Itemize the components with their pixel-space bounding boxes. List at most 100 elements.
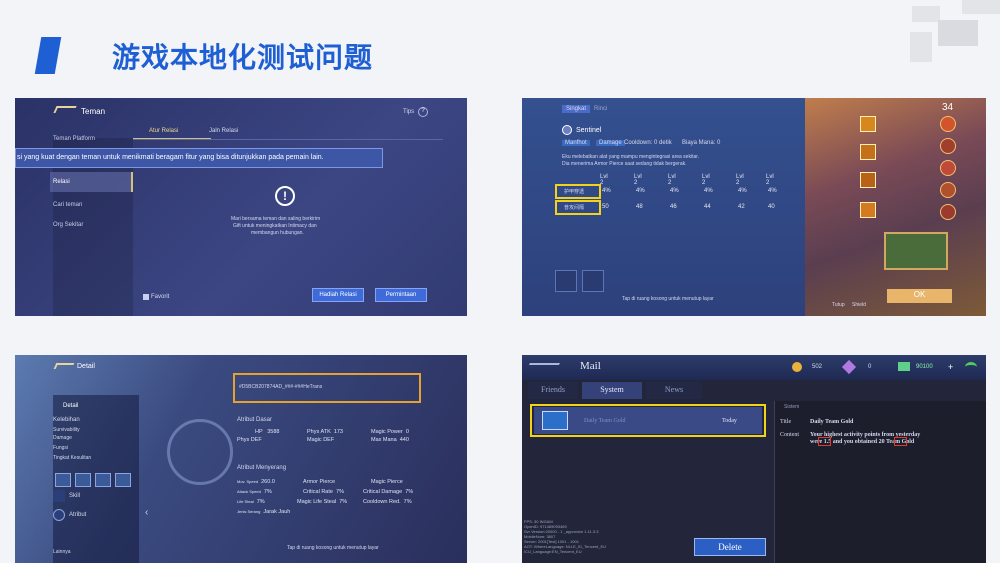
mail-item-date: Today — [722, 418, 737, 424]
skill-icon[interactable] — [115, 473, 131, 487]
sidebar-item-sekitar[interactable]: Org Sekitar — [53, 222, 83, 228]
slide-title: 游戏本地化测试问题 — [112, 41, 374, 74]
hero-portrait[interactable] — [940, 204, 956, 220]
skill-button[interactable]: Skill — [69, 493, 80, 499]
stat-row: Cooldown Red. 7% — [363, 499, 412, 505]
stat-value: 7% — [336, 489, 344, 495]
add-icon[interactable]: + — [948, 362, 953, 372]
id-string: #D5BCB207874AD_###-###HeTrans — [239, 384, 323, 390]
help-icon[interactable]: ? — [418, 107, 428, 117]
tab-detail[interactable]: Detail — [63, 403, 78, 409]
stat-label: Magic Life Steal — [297, 499, 337, 505]
currency-tickets: 90100 — [916, 364, 933, 370]
mail-tabs: Friends System News — [528, 382, 772, 399]
stat-label: Max Mana — [371, 437, 397, 443]
decoration-square — [962, 0, 1000, 14]
tutup-label[interactable]: Tutup — [832, 302, 845, 308]
tab-singkat[interactable]: Singkat — [562, 105, 591, 113]
hero-portrait[interactable] — [940, 182, 956, 198]
stat-value: 3588 — [267, 429, 280, 435]
stat-row: Mov. Speed 260.0 — [237, 479, 275, 485]
wifi-icon — [965, 362, 977, 372]
stat-value: Jarak Jauh — [263, 509, 291, 515]
lainnya-button[interactable]: Lainnya — [53, 549, 71, 555]
row1-cell: 4% — [738, 188, 747, 194]
skill-name: Sentinel — [576, 127, 602, 134]
skill-icon[interactable] — [75, 473, 91, 487]
stat-value: 7% — [339, 499, 348, 505]
row2-cell: 44 — [704, 204, 711, 210]
favorit-label[interactable]: Favorit — [151, 294, 169, 300]
level-header-cell: Lvl 2 — [668, 174, 676, 186]
tab-rinci[interactable]: Rinci — [594, 106, 607, 112]
row2-cell: 40 — [768, 204, 775, 210]
row2-cell: 48 — [636, 204, 643, 210]
stat-row: Life Steal 7% — [237, 499, 265, 505]
atribut-button-icon[interactable] — [53, 509, 65, 521]
permintaan-button[interactable]: Permintaan — [375, 288, 427, 302]
stat-label: Mov. Speed — [237, 479, 259, 484]
skill-tag-1: Manfhot — [562, 140, 590, 146]
ok-button[interactable]: OK — [887, 289, 952, 303]
stat-row: Critical Rate 7% — [303, 489, 344, 495]
tab-friends[interactable]: Friends — [528, 382, 578, 399]
decoration-square — [938, 20, 978, 46]
back-icon[interactable] — [53, 363, 75, 369]
currency-coins: 502 — [812, 364, 823, 370]
tips-label[interactable]: Tips — [403, 109, 414, 115]
gift-relasi-button[interactable]: Hadiah Relasi — [312, 288, 364, 302]
sidebar-item-relasi[interactable]: Relasi — [50, 172, 133, 192]
skill-button-icon[interactable] — [53, 490, 65, 502]
detail-title-label: Title — [780, 419, 792, 425]
stat-label: Magic DEF — [307, 437, 335, 443]
stat-row: HP 3588 — [255, 429, 279, 435]
row2-cell: 46 — [670, 204, 677, 210]
stat-value: 7% — [405, 489, 414, 495]
row2-label: 普攻间隔 — [564, 205, 585, 211]
stat-value: 7% — [256, 499, 265, 505]
empty-text-line1: Mari bersama teman dan saling berkirim — [231, 216, 321, 222]
tab-news[interactable]: News — [646, 382, 702, 399]
skill-icon[interactable] — [55, 473, 71, 487]
tab-system[interactable]: System — [582, 382, 642, 399]
sidebar-item-platform[interactable]: Teman Platform — [53, 136, 95, 142]
favorit-icon[interactable] — [143, 294, 149, 300]
skill-slot[interactable] — [555, 270, 577, 292]
back-icon[interactable] — [525, 363, 561, 370]
hero-portrait[interactable] — [940, 160, 956, 176]
detail-title-value: Daily Team Gold — [810, 419, 854, 425]
back-icon[interactable] — [53, 106, 77, 113]
collapse-chevron-icon[interactable]: ‹ — [145, 507, 148, 518]
hero-portrait[interactable] — [940, 138, 956, 154]
stat-row: Critical Damage 7% — [363, 489, 413, 495]
skill-desc-2: Dia menerima Armor Pierce saat sedang ti… — [562, 161, 687, 167]
mail-detail-panel — [774, 401, 986, 563]
stat-row: Magic DEF — [307, 437, 334, 443]
shield-label[interactable]: Shield — [852, 302, 866, 308]
stat-label: Magic Pierce — [371, 479, 403, 485]
item-icon[interactable] — [860, 202, 876, 218]
skill-desc-1: Eku melebatkan alat yang mampu menginteg… — [562, 154, 700, 160]
stat-label: Jenis Serang — [237, 509, 261, 514]
hero-portrait[interactable] — [940, 116, 956, 132]
item-icon[interactable] — [860, 144, 876, 160]
row2-cell: 42 — [738, 204, 745, 210]
row1-cell: 4% — [670, 188, 679, 194]
tab-atur-relasi[interactable]: Atur Relasi — [149, 128, 178, 134]
delete-button[interactable]: Delete — [694, 538, 766, 556]
item-icon[interactable] — [860, 172, 876, 188]
highlight-mistake — [818, 437, 831, 446]
stat-label: Phys ATK — [307, 429, 331, 435]
alert-icon: ! — [275, 186, 295, 206]
skill-slot[interactable] — [582, 270, 604, 292]
minimap[interactable] — [884, 232, 948, 270]
stat-label: Magic Power — [371, 429, 403, 435]
item-icon[interactable] — [860, 116, 876, 132]
detail-content-label: Content — [780, 432, 799, 438]
atribut-button[interactable]: Atribut — [69, 512, 86, 518]
skill-icon[interactable] — [95, 473, 111, 487]
row1-cell: 4% — [768, 188, 777, 194]
tab-jalin-relasi[interactable]: Jaln Relasi — [209, 128, 238, 134]
sidebar-item-cari[interactable]: Cari teman — [53, 202, 82, 208]
mana-text: Biaya Mana: 0 — [682, 140, 721, 146]
